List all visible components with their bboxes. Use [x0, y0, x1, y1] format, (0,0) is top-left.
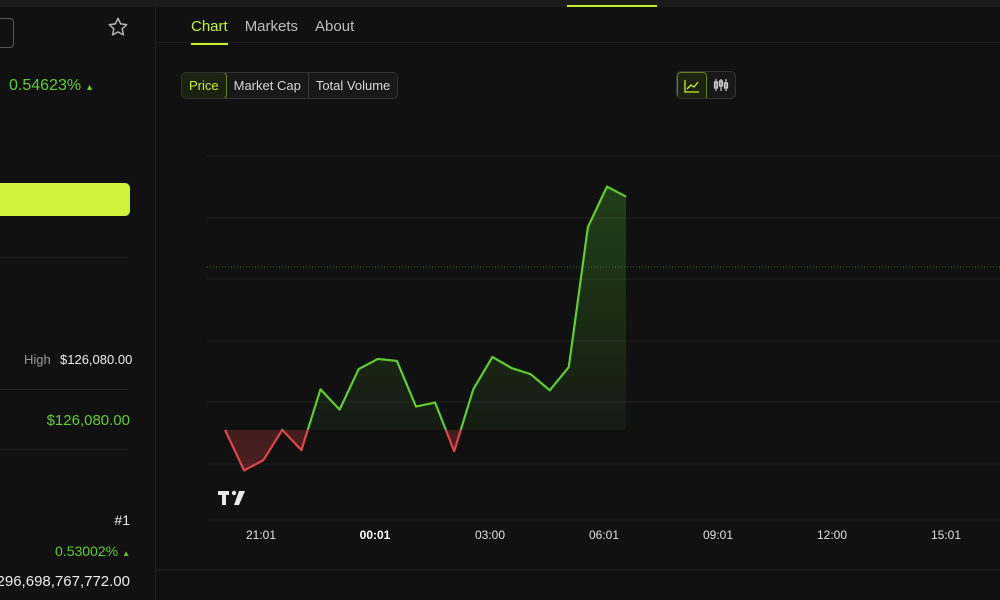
tabs-divider [155, 42, 1000, 43]
divider [0, 257, 128, 258]
top-strip-accent [567, 5, 657, 7]
tab-bar: Chart Markets About [191, 18, 354, 45]
primary-action-button[interactable] [0, 183, 130, 216]
x-tick-label: 09:01 [703, 528, 733, 542]
metric-price-button[interactable]: Price [182, 73, 227, 98]
tradingview-logo-icon [218, 490, 245, 505]
star-icon[interactable] [107, 16, 129, 38]
top-strip [0, 0, 1000, 7]
tab-about[interactable]: About [315, 18, 354, 45]
line-chart-icon[interactable] [677, 72, 707, 98]
divider [0, 449, 128, 450]
high-label: High [24, 352, 51, 367]
metric-total-volume-button[interactable]: Total Volume [309, 73, 397, 98]
price-change-percent: 0.54623% ▲ [9, 77, 94, 94]
x-tick-label: 06:01 [589, 528, 619, 542]
x-tick-label: 03:00 [475, 528, 505, 542]
chart-style-toggle [676, 71, 736, 99]
price-chart-svg: 21:01 00:01 03:00 06:01 09:01 12:00 15:01 [155, 155, 1000, 571]
divider [0, 389, 128, 390]
area-above-baseline [307, 186, 627, 430]
left-panel: 0.54623% ▲ High $126,080.00 $126,080.00 #… [0, 7, 156, 600]
large-value: 296,698,767,772.00 [0, 573, 130, 590]
price-value: $126,080.00 [46, 412, 130, 429]
x-tick-label: 21:01 [246, 528, 276, 542]
candlestick-icon[interactable] [707, 72, 735, 98]
partial-button[interactable] [0, 18, 14, 48]
x-tick-label: 15:01 [931, 528, 961, 542]
change-percent-2: 0.53002% ▲ [55, 543, 130, 559]
tab-markets[interactable]: Markets [245, 18, 298, 45]
price-chart[interactable]: 21:01 00:01 03:00 06:01 09:01 12:00 15:01 [155, 110, 1000, 600]
rank-value: #1 [114, 512, 130, 528]
up-triangle-icon: ▲ [122, 549, 130, 558]
tab-chart[interactable]: Chart [191, 18, 228, 45]
metric-market-cap-button[interactable]: Market Cap [227, 73, 309, 98]
x-tick-label: 00:01 [360, 528, 391, 542]
high-value: $126,080.00 [60, 352, 133, 367]
x-tick-label: 12:00 [817, 528, 847, 542]
up-triangle-icon: ▲ [85, 82, 94, 92]
metric-toggle: Price Market Cap Total Volume [181, 72, 399, 99]
